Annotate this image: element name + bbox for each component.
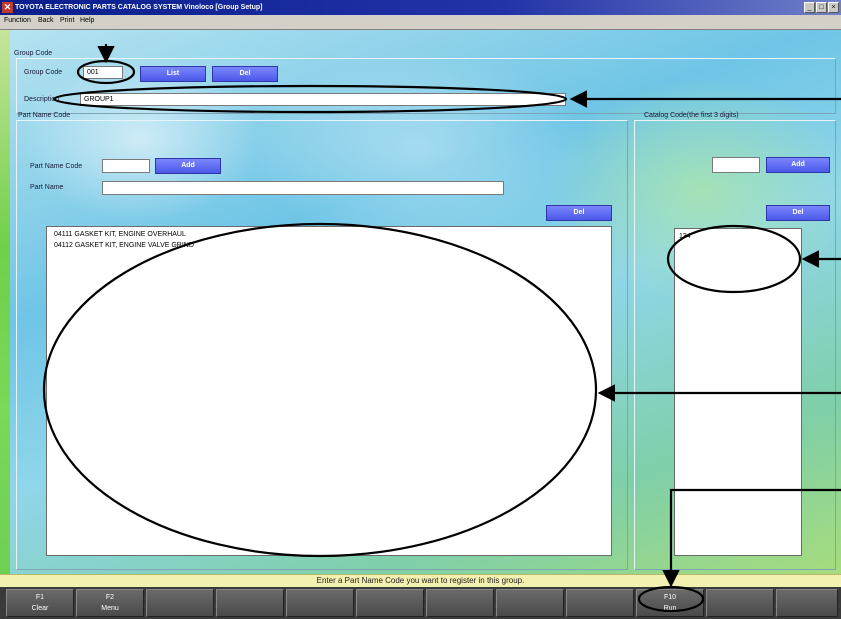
part-name-label: Part Name (30, 184, 64, 191)
fkey-label: Menu (101, 605, 119, 612)
f2-menu-button[interactable]: F2 Menu (76, 589, 144, 617)
group-code-input[interactable]: 001 (83, 66, 123, 79)
part-name-input[interactable] (102, 181, 504, 195)
part-name-code-label: Part Name Code (30, 163, 83, 170)
menu-back[interactable]: Back (38, 17, 54, 24)
window-title: TOYOTA ELECTRONIC PARTS CATALOG SYSTEM V… (15, 4, 263, 11)
menu-bar: Function Back Print Help (0, 15, 841, 30)
list-item[interactable]: 134 (679, 233, 691, 240)
f9-button[interactable] (566, 589, 634, 617)
f8-button[interactable] (496, 589, 564, 617)
close-icon[interactable]: × (828, 2, 839, 13)
catalog-del-button[interactable]: Del (766, 205, 830, 221)
catalog-code-input[interactable] (712, 157, 760, 173)
fkey-code: F1 (35, 594, 45, 601)
part-add-button[interactable]: Add (155, 158, 221, 174)
group-del-button[interactable]: Del (212, 66, 278, 82)
f3-button[interactable] (146, 589, 214, 617)
f12-button[interactable] (776, 589, 838, 617)
f7-button[interactable] (426, 589, 494, 617)
fkey-label: Clear (31, 605, 49, 612)
part-del-button[interactable]: Del (546, 205, 612, 221)
f1-clear-button[interactable]: F1 Clear (6, 589, 74, 617)
fkey-code: F2 (105, 594, 115, 601)
maximize-icon[interactable]: □ (816, 2, 827, 13)
status-bar: Enter a Part Name Code you want to regis… (0, 574, 841, 587)
list-item[interactable]: 04111 GASKET KIT, ENGINE OVERHAUL (54, 231, 186, 238)
list-button[interactable]: List (140, 66, 206, 82)
list-item[interactable]: 04112 GASKET KIT, ENGINE VALVE GRIND (54, 242, 194, 249)
menu-help[interactable]: Help (80, 17, 94, 24)
fkey-label: Run (663, 605, 677, 612)
description-input[interactable]: GROUP1 (80, 93, 566, 106)
window-controls: _ □ × (804, 2, 839, 13)
group-code-section-label: Group Code (14, 50, 53, 57)
part-name-code-section-label: Part Name Code (18, 112, 71, 119)
menu-function[interactable]: Function (4, 17, 31, 24)
menu-print[interactable]: Print (60, 17, 74, 24)
part-name-list[interactable]: 04111 GASKET KIT, ENGINE OVERHAUL 04112 … (46, 226, 612, 556)
catalog-code-list[interactable]: 134 (674, 228, 802, 556)
description-label: Description (24, 96, 60, 103)
fkey-code: F10 (663, 594, 677, 601)
f6-button[interactable] (356, 589, 424, 617)
minimize-icon[interactable]: _ (804, 2, 815, 13)
f5-button[interactable] (286, 589, 354, 617)
app-icon: ✕ (2, 2, 13, 13)
catalog-code-section-label: Catalog Code(the first 3 digits) (644, 112, 739, 119)
group-code-label: Group Code (24, 69, 63, 76)
f10-run-button[interactable]: F10 Run (636, 589, 704, 617)
f4-button[interactable] (216, 589, 284, 617)
title-bar: ✕ TOYOTA ELECTRONIC PARTS CATALOG SYSTEM… (0, 0, 841, 15)
f11-button[interactable] (706, 589, 774, 617)
left-strip (0, 30, 10, 574)
function-key-bar: F1 Clear F2 Menu F10 Run (0, 587, 841, 619)
part-name-code-input[interactable] (102, 159, 150, 173)
catalog-add-button[interactable]: Add (766, 157, 830, 173)
